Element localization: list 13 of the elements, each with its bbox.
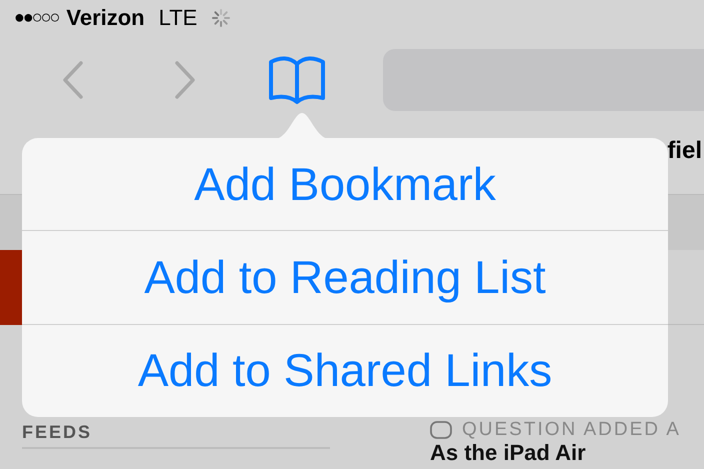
article-headline: As the iPad Air [430, 441, 587, 465]
chat-icon [430, 421, 452, 439]
question-tag: QUESTION ADDED A [462, 419, 681, 441]
carrier-name: Verizon [66, 4, 145, 32]
bookmark-link[interactable]: fiel [667, 133, 702, 169]
menu-item[interactable]: Add to Shared Links [22, 324, 668, 417]
bookmarks-book-icon[interactable] [268, 54, 326, 106]
network-type: LTE [158, 4, 198, 32]
signal-strength: ●●○○○ [14, 6, 58, 29]
spinner-icon [211, 8, 232, 28]
section-title: FEEDS [22, 421, 94, 444]
menu-item[interactable]: Add Bookmark [22, 138, 668, 230]
menu-item[interactable]: Add to Reading List [22, 230, 668, 324]
